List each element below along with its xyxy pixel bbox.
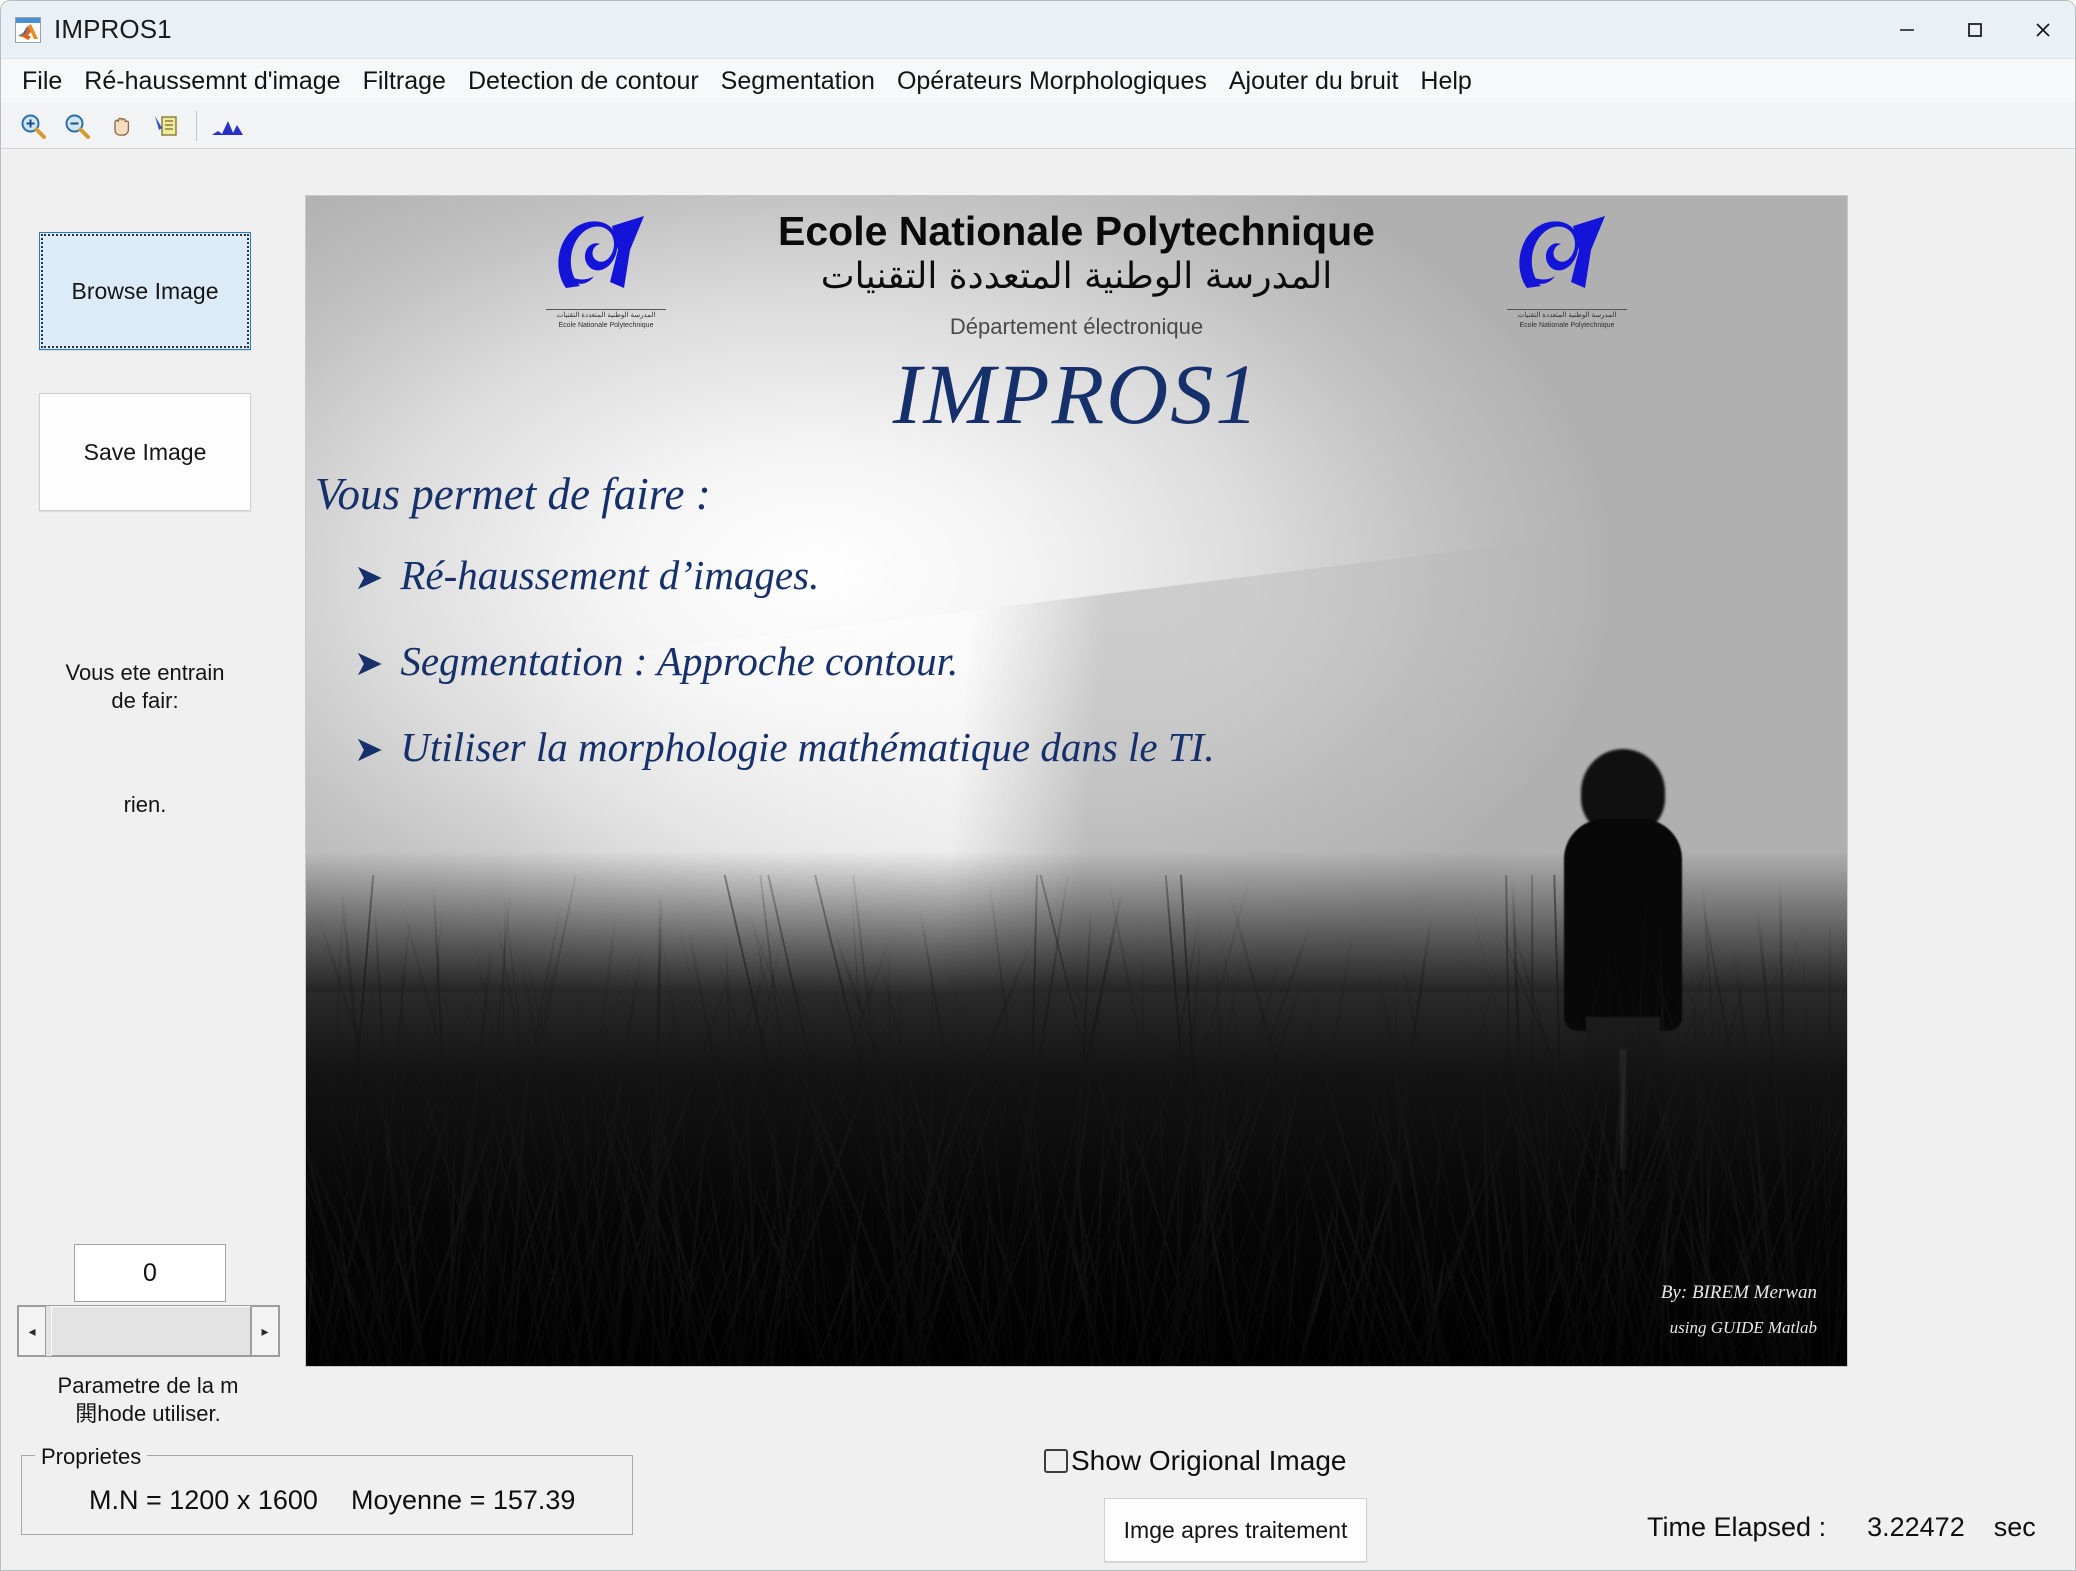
histogram-icon[interactable] bbox=[206, 106, 250, 146]
proprietes-panel-title: Proprietes bbox=[35, 1444, 148, 1470]
show-original-image-label: Show Origional Image bbox=[1071, 1445, 1347, 1476]
image-school-name-arabic: المدرسة الوطنية المتعددة التقنيات bbox=[820, 256, 1333, 297]
bullet-text: Segmentation : Approche contour. bbox=[400, 638, 959, 684]
show-original-image-checkbox-row[interactable]: Show Origional Image bbox=[1044, 1445, 1346, 1477]
bullet-text: Ré-haussement d’images. bbox=[400, 552, 820, 598]
menu-help[interactable]: Help bbox=[1409, 66, 1482, 97]
grass-stalk bbox=[1141, 940, 1144, 1366]
menu-file[interactable]: File bbox=[11, 66, 73, 97]
browse-image-button[interactable]: Browse Image bbox=[39, 232, 251, 350]
window-title: IMPROS1 bbox=[54, 14, 172, 44]
time-elapsed-unit: sec bbox=[1993, 1512, 2036, 1542]
toolbar-separator bbox=[196, 110, 197, 141]
tool-bar bbox=[1, 103, 2075, 149]
save-image-button[interactable]: Save Image bbox=[39, 393, 251, 511]
close-button[interactable] bbox=[2009, 1, 2075, 59]
slider-thumb[interactable] bbox=[51, 1306, 251, 1356]
matlab-icon bbox=[15, 16, 41, 43]
pan-hand-icon[interactable] bbox=[99, 106, 143, 146]
menu-bar: File Ré-haussemnt d'image Filtrage Detec… bbox=[1, 59, 2075, 103]
title-bar: IMPROS1 bbox=[1, 1, 2075, 59]
enp-logo-left-caption: المدرسة الوطنية المتعددة التقنيات Ecole … bbox=[546, 309, 666, 330]
data-cursor-icon[interactable] bbox=[143, 106, 187, 146]
time-elapsed-label: Time Elapsed : bbox=[1647, 1512, 1827, 1542]
enp-logo-right: المدرسة الوطنية المتعددة التقنيات Ecole … bbox=[1505, 210, 1627, 330]
parameter-slider[interactable]: ◂ ▸ bbox=[17, 1305, 280, 1357]
show-original-image-checkbox[interactable] bbox=[1044, 1449, 1068, 1473]
slider-right-arrow[interactable]: ▸ bbox=[251, 1306, 279, 1356]
maximize-button[interactable] bbox=[1941, 1, 2009, 59]
bullet-arrow-icon: ➤ bbox=[354, 558, 384, 597]
menu-operateurs-morphologiques[interactable]: Opérateurs Morphologiques bbox=[886, 66, 1218, 97]
window-buttons bbox=[1873, 1, 2075, 59]
enp-logo-left: المدرسة الوطنية المتعددة التقنيات Ecole … bbox=[544, 210, 666, 330]
parameter-value-field[interactable]: 0 bbox=[74, 1244, 226, 1302]
grass-blade bbox=[1067, 954, 1170, 1366]
status-doing-value: rien. bbox=[123, 792, 167, 817]
property-dimensions: M.N = 1200 x 1600 bbox=[89, 1485, 318, 1515]
grass-blade bbox=[413, 898, 443, 1366]
image-grass-layer bbox=[306, 874, 1847, 1366]
time-elapsed-status: Time Elapsed : 3.22472 sec bbox=[1647, 1512, 2036, 1543]
bullet-item: ➤ Utiliser la morphologie mathématique d… bbox=[354, 723, 1833, 771]
image-department: Département électronique bbox=[949, 314, 1204, 339]
slider-left-arrow[interactable]: ◂ bbox=[18, 1306, 46, 1356]
image-school-name: Ecole Nationale Polytechnique bbox=[778, 208, 1375, 254]
bullet-text: Utiliser la morphologie mathématique dan… bbox=[400, 724, 1215, 770]
image-big-title: IMPROS1 bbox=[892, 346, 1261, 442]
menu-rehaussement[interactable]: Ré-haussemnt d'image bbox=[73, 66, 351, 97]
displayed-image: المدرسة الوطنية المتعددة التقنيات Ecole … bbox=[306, 196, 1847, 1366]
menu-filtrage[interactable]: Filtrage bbox=[352, 66, 457, 97]
image-apres-traitement-button[interactable]: Imge apres traitement bbox=[1104, 1498, 1367, 1562]
zoom-in-icon[interactable] bbox=[11, 106, 55, 146]
menu-ajouter-bruit[interactable]: Ajouter du bruit bbox=[1218, 66, 1410, 97]
image-lead-line: Vous permet de faire : bbox=[315, 469, 711, 519]
property-moyenne: Moyenne = 157.39 bbox=[351, 1485, 576, 1515]
image-signature-author: By: BIREM Merwan bbox=[1660, 1282, 1817, 1303]
status-doing-label: Vous ete entrain de fair: bbox=[65, 660, 225, 713]
parameter-caption: Parametre de la m 閧hode utiliser. bbox=[57, 1373, 239, 1426]
enp-logo-right-caption: المدرسة الوطنية المتعددة التقنيات Ecole … bbox=[1507, 309, 1627, 330]
image-display-axes[interactable]: المدرسة الوطنية المتعددة التقنيات Ecole … bbox=[305, 195, 1848, 1367]
work-area: Browse Image Save Image Vous ete entrain… bbox=[1, 150, 2075, 1570]
grass-stalk bbox=[1530, 874, 1534, 1366]
menu-detection-contour[interactable]: Detection de contour bbox=[457, 66, 710, 97]
image-signature-tool: using GUIDE Matlab bbox=[1669, 1318, 1817, 1337]
menu-segmentation[interactable]: Segmentation bbox=[710, 66, 886, 97]
bullet-arrow-icon: ➤ bbox=[354, 644, 384, 683]
bullet-item: ➤ Segmentation : Approche contour. bbox=[354, 637, 1833, 685]
time-elapsed-value: 3.22472 bbox=[1867, 1512, 1965, 1542]
bullet-item: ➤ Ré-haussement d’images. bbox=[354, 551, 1833, 599]
minimize-button[interactable] bbox=[1873, 1, 1941, 59]
zoom-out-icon[interactable] bbox=[55, 106, 99, 146]
bullet-arrow-icon: ➤ bbox=[354, 730, 384, 769]
application-window: IMPROS1 File Ré-haussemnt d'image Filtra… bbox=[0, 0, 2076, 1571]
image-bullet-list: ➤ Ré-haussement d’images. ➤ Segmentation… bbox=[354, 551, 1833, 809]
